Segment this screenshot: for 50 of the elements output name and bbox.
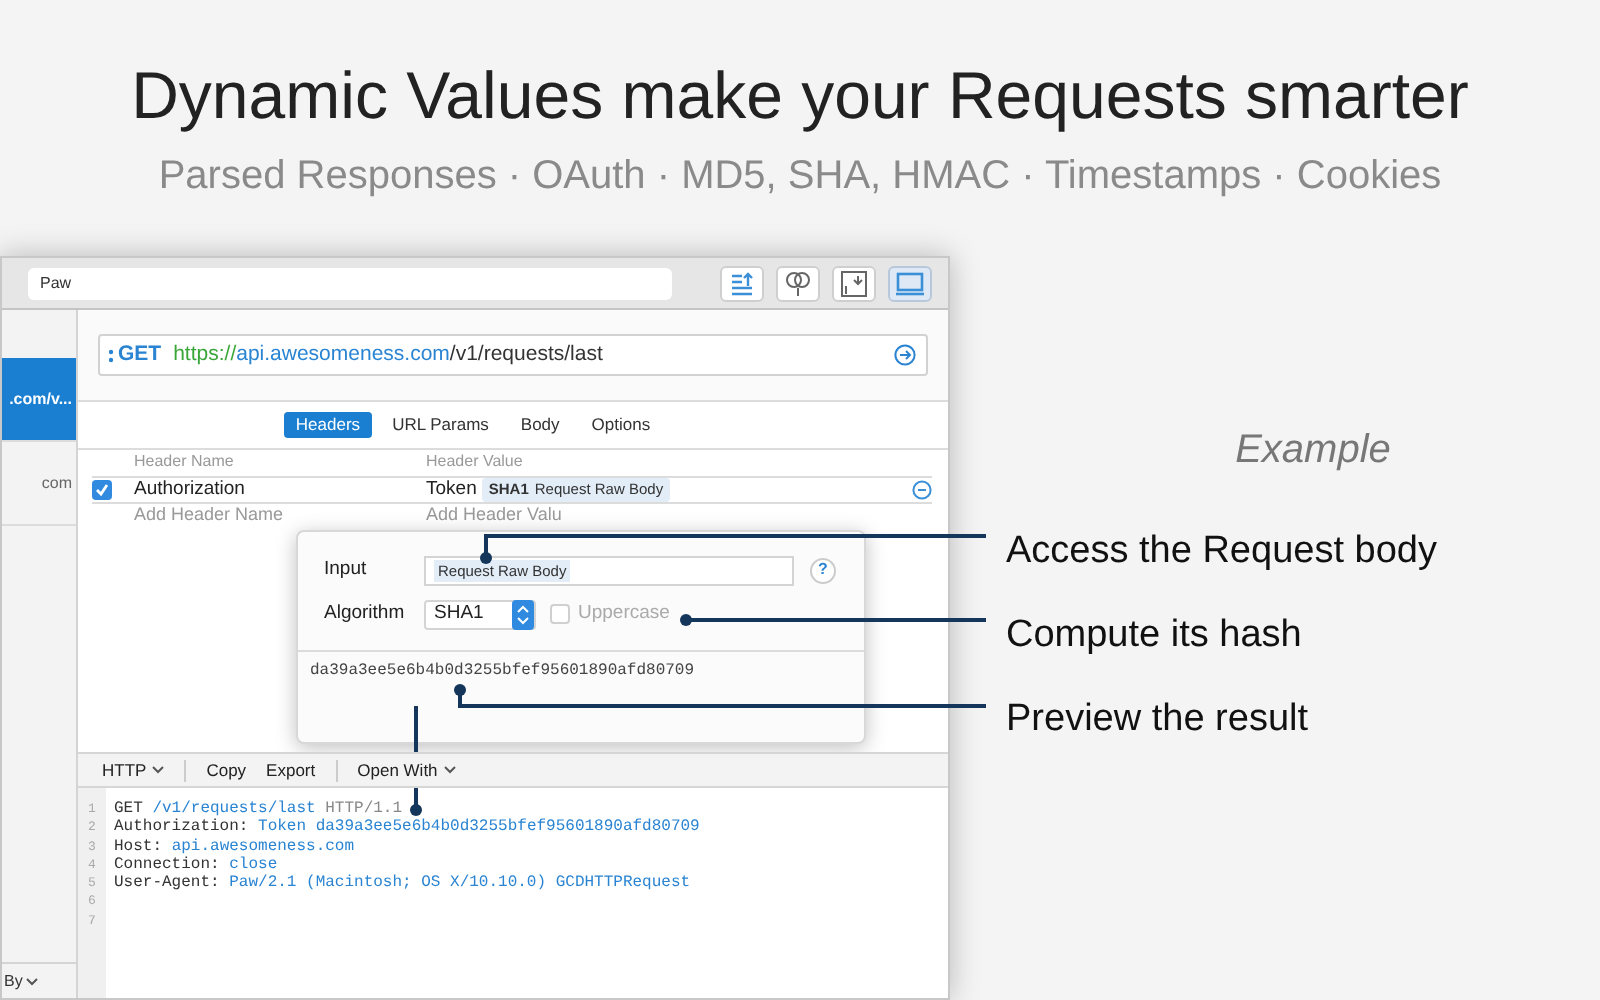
algorithm-select[interactable]: SHA1 (424, 599, 536, 629)
url-text: https://api.awesomeness.com/v1/requests/last (173, 339, 605, 370)
checkbox[interactable] (92, 480, 112, 500)
tab[interactable]: Options (579, 412, 663, 438)
header-name[interactable]: Authorization (134, 475, 426, 505)
stepper-icon (512, 599, 534, 629)
header-value[interactable]: Token (426, 475, 477, 505)
chevron-down-icon (152, 766, 165, 774)
code-line: Connection: close (114, 855, 280, 874)
code-line: GET /v1/requests/last HTTP/1.1 (114, 800, 405, 818)
sidebar-item[interactable]: com (2, 442, 76, 526)
send-arrow-icon[interactable] (894, 344, 916, 366)
http-method[interactable]: GET (118, 339, 162, 371)
remove-icon[interactable] (912, 480, 932, 500)
example-heading: Example (1235, 426, 1391, 476)
help-button[interactable]: ? (810, 557, 836, 583)
sort-label: By (4, 969, 23, 993)
laptop-icon (894, 267, 926, 299)
toolbar-menu-button[interactable]: Copy (206, 757, 247, 783)
column-header: Header Value (426, 450, 523, 474)
callout-label: Compute its hash (1006, 612, 1304, 660)
code-line: User-Agent: Paw/2.1 (Macintosh; OS X/10.10.0) GCDHTTPRequest (114, 874, 693, 893)
headline-title: Dynamic Values make your Requests smarter (131, 56, 1469, 136)
tab[interactable]: Headers (283, 412, 373, 438)
check-icon (94, 482, 110, 498)
frame-icon (838, 267, 870, 299)
headline-subtitle: Parsed Responses · OAuth · MD5, SHA, HMAC · Timestamps · Cookies (158, 152, 1442, 202)
code-line: Authorization: Token da39a3ee5e6b4b0d3255bfef95601890afd80709 (114, 818, 700, 838)
algorithm-label: Algorithm (324, 599, 407, 628)
input-label: Input (324, 555, 369, 584)
align-top-button[interactable] (720, 265, 764, 301)
tab[interactable]: URL Params (380, 412, 501, 438)
toolbar-menu-button[interactable]: Export (266, 757, 316, 783)
chevron-down-icon (443, 766, 456, 774)
align-top-icon (726, 267, 758, 299)
callout-label: Access the Request body (1006, 528, 1439, 576)
url-field[interactable]: GET https://api.awesomeness.com/v1/requests/last (98, 334, 928, 376)
toolbar-menu-button[interactable]: Open With (357, 757, 456, 783)
tab[interactable]: Body (508, 412, 572, 438)
sidebar-item[interactable]: .com/v... (2, 358, 76, 442)
search-field[interactable]: Paw (28, 267, 672, 299)
drag-handle-icon (108, 347, 114, 363)
toolbar-menu-button[interactable]: HTTP (102, 757, 165, 783)
laptop-button[interactable] (888, 265, 932, 301)
callout-label: Preview the result (1006, 696, 1311, 744)
frame-button[interactable] (832, 265, 876, 301)
chevron-down-icon (26, 977, 39, 985)
hash-result: da39a3ee5e6b4b0d3255bfef95601890afd80709 (308, 660, 697, 684)
column-header: Header Name (134, 450, 236, 474)
code-line: Host: api.awesomeness.com (114, 837, 357, 856)
